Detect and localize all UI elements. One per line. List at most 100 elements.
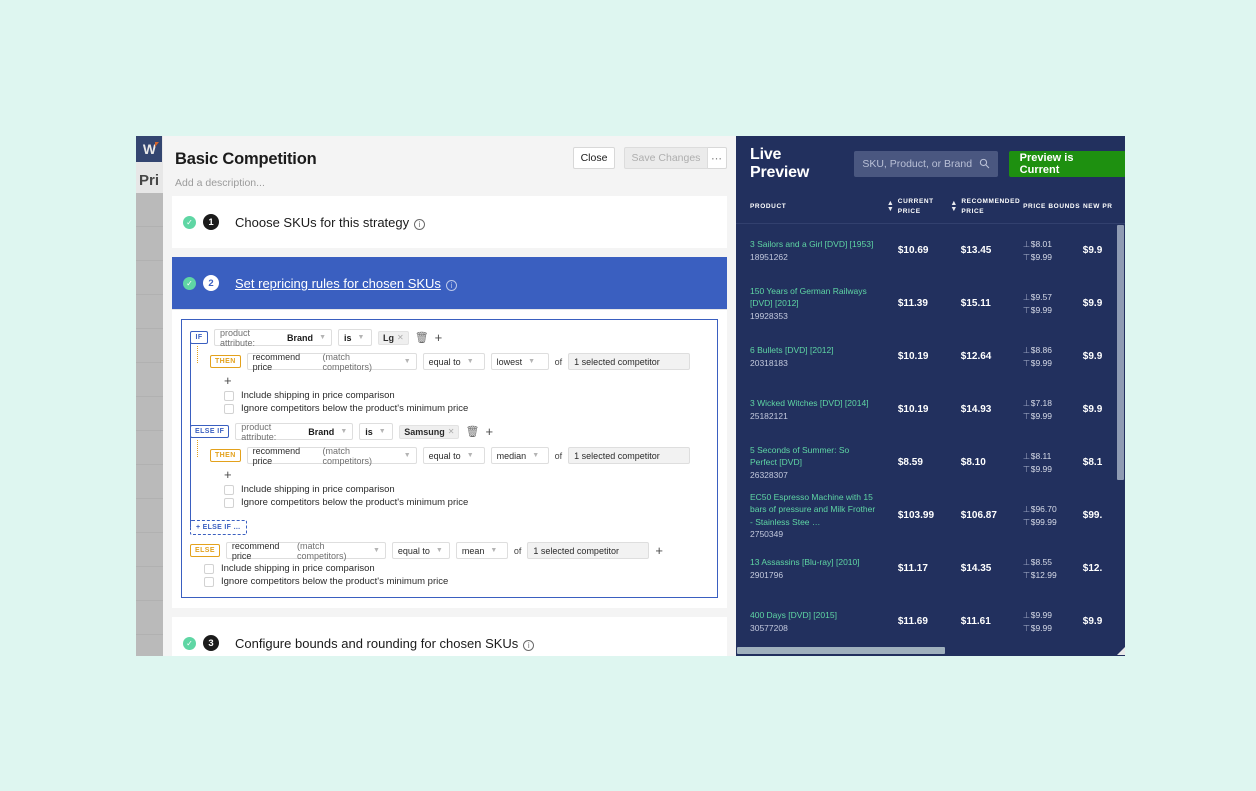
step-row-choose-skus[interactable]: ✓ 1 Choose SKUs for this strategy i bbox=[172, 196, 727, 248]
chevron-down-icon: ▼ bbox=[466, 358, 474, 365]
competitor-field[interactable]: 1 selected competitor bbox=[568, 447, 691, 464]
ignore-checkbox[interactable] bbox=[204, 576, 214, 587]
product-name-link[interactable]: 3 Sailors and a Girl [DVD] [1953] bbox=[750, 238, 876, 250]
preview-status-button[interactable]: Preview is Current bbox=[1008, 150, 1126, 177]
product-name-link[interactable]: 6 Bullets [DVD] [2012] bbox=[750, 344, 876, 356]
resize-grip[interactable] bbox=[1116, 646, 1125, 655]
search-input[interactable]: SKU, Product, or Brand bbox=[854, 150, 998, 177]
aggregate-select[interactable]: median ▼ bbox=[490, 447, 549, 464]
column-header-new-price[interactable]: NEW PR bbox=[1083, 202, 1126, 212]
description-input[interactable]: Add a description... bbox=[175, 177, 265, 189]
product-name-link[interactable]: EC50 Espresso Machine with 15 bars of pr… bbox=[750, 491, 876, 528]
ignore-checkbox-label: Ignore competitors below the product's m… bbox=[241, 403, 469, 414]
checkbox-row-shipping[interactable]: Include shipping in price comparison bbox=[204, 563, 709, 574]
column-header-product[interactable]: PRODUCT bbox=[750, 202, 883, 212]
add-action-button[interactable]: + bbox=[224, 467, 709, 482]
column-header-current-price[interactable]: CURRENT PRICE bbox=[898, 197, 947, 217]
close-icon[interactable]: ✕ bbox=[448, 427, 455, 436]
shipping-checkbox[interactable] bbox=[224, 390, 234, 401]
add-condition-button[interactable]: + bbox=[485, 424, 493, 439]
add-condition-button[interactable]: + bbox=[435, 330, 443, 345]
checkbox-row-ignore[interactable]: Ignore competitors below the product's m… bbox=[224, 497, 709, 508]
checkbox-row-ignore[interactable]: Ignore competitors below the product's m… bbox=[224, 403, 709, 414]
attribute-label: product attribute: bbox=[220, 327, 256, 348]
competitor-field[interactable]: 1 selected competitor bbox=[568, 353, 691, 370]
table-row[interactable]: EC50 Espresso Machine with 15 bars of pr… bbox=[736, 489, 1126, 542]
table-row[interactable]: 3 Wicked Witches [DVD] [2014] 25182121 $10… bbox=[736, 383, 1126, 436]
sort-icon-current-price[interactable]: ▲ ▼ bbox=[950, 200, 957, 213]
bound-min: ⊥$8.01 bbox=[1023, 238, 1083, 251]
then-badge: THEN bbox=[210, 449, 241, 462]
value-chip[interactable]: Lg ✕ bbox=[378, 330, 409, 345]
shipping-checkbox[interactable] bbox=[204, 563, 214, 574]
sort-icon-product[interactable]: ▲ ▼ bbox=[887, 200, 894, 213]
add-action-button[interactable]: + bbox=[655, 543, 663, 558]
table-row[interactable]: 3 Sailors and a Girl [DVD] [1953] 1895126… bbox=[736, 224, 1126, 277]
then-row: THEN recommend price (match competitors)… bbox=[210, 352, 709, 372]
bound-min: ⊥$96.70 bbox=[1023, 503, 1083, 516]
step-row-repricing-rules[interactable]: ✓ 2 Set repricing rules for chosen SKUs i bbox=[172, 257, 727, 309]
column-header-price-bounds[interactable]: PRICE BOUNDS bbox=[1023, 202, 1083, 212]
checkbox-row-shipping[interactable]: Include shipping in price comparison bbox=[224, 484, 709, 495]
info-icon[interactable]: i bbox=[523, 639, 535, 651]
bound-min-icon: ⊥ bbox=[1022, 344, 1031, 355]
table-row[interactable]: 13 Assassins [Blu-ray] [2010] 2901796 $11.… bbox=[736, 542, 1126, 595]
close-button[interactable]: Close bbox=[573, 147, 615, 169]
product-name-link[interactable]: 5 Seconds of Summer: So Perfect [DVD] bbox=[750, 444, 876, 469]
add-elseif-button[interactable]: + ELSE IF … bbox=[190, 520, 247, 535]
save-changes-button[interactable]: Save Changes bbox=[624, 147, 708, 169]
preview-table-body: 3 Sailors and a Girl [DVD] [1953] 1895126… bbox=[736, 224, 1126, 648]
delete-icon[interactable]: 🗑 bbox=[465, 425, 479, 438]
preview-vertical-scrollbar[interactable] bbox=[1117, 225, 1124, 480]
table-row[interactable]: 6 Bullets [DVD] [2012] 20318183 $10.19 $12.… bbox=[736, 330, 1126, 383]
action-select[interactable]: recommend price (match competitors) ▼ bbox=[246, 352, 417, 372]
delete-icon[interactable]: 🗑 bbox=[415, 331, 429, 344]
bound-max: ⊤$99.99 bbox=[1023, 516, 1083, 529]
product-name-link[interactable]: 3 Wicked Witches [DVD] [2014] bbox=[750, 397, 876, 409]
comparator-select[interactable]: equal to ▼ bbox=[422, 353, 485, 370]
info-icon[interactable]: i bbox=[414, 218, 426, 230]
attribute-select[interactable]: product attribute: Brand ▼ bbox=[235, 422, 354, 442]
checkbox-row-shipping[interactable]: Include shipping in price comparison bbox=[224, 390, 709, 401]
close-icon[interactable]: ✕ bbox=[397, 333, 404, 342]
attribute-select[interactable]: product attribute: Brand ▼ bbox=[214, 327, 332, 348]
bound-min-icon: ⊥ bbox=[1022, 503, 1031, 514]
table-row[interactable]: 150 Years of German Railways [DVD] [2012… bbox=[736, 277, 1126, 330]
product-name-link[interactable]: 400 Days [DVD] [2015] bbox=[750, 609, 876, 621]
product-name-link[interactable]: 13 Assassins [Blu-ray] [2010] bbox=[750, 556, 876, 568]
table-row[interactable]: 5 Seconds of Summer: So Perfect [DVD] 263… bbox=[736, 436, 1126, 489]
operator-select[interactable]: is ▼ bbox=[338, 329, 372, 346]
more-options-button[interactable]: ⋯ bbox=[708, 147, 727, 169]
preview-horizontal-scrollbar[interactable] bbox=[737, 647, 945, 654]
comparator-select[interactable]: equal to ▼ bbox=[391, 542, 450, 559]
ignore-checkbox[interactable] bbox=[224, 497, 234, 508]
ignore-checkbox[interactable] bbox=[224, 403, 234, 414]
cell-price-bounds: ⊥$9.99 ⊤$9.99 bbox=[1023, 609, 1083, 635]
competitor-field[interactable]: 1 selected competitor bbox=[527, 542, 650, 559]
column-header-recommended-price[interactable]: RECOMMENDED PRICE bbox=[961, 197, 1023, 217]
value-chip[interactable]: Samsung ✕ bbox=[399, 424, 460, 439]
action-select[interactable]: recommend price (match competitors) ▼ bbox=[246, 446, 417, 466]
action-select[interactable]: recommend price (match competitors) ▼ bbox=[225, 540, 386, 561]
shipping-checkbox[interactable] bbox=[224, 484, 234, 495]
aggregate-select[interactable]: lowest ▼ bbox=[490, 353, 549, 370]
comparator-select[interactable]: equal to ▼ bbox=[422, 447, 485, 464]
operator-select[interactable]: is ▼ bbox=[359, 423, 394, 440]
aggregate-select[interactable]: mean ▼ bbox=[455, 542, 508, 559]
bound-min: ⊥$9.57 bbox=[1023, 291, 1083, 304]
live-preview-panel: Live Preview SKU, Product, or Brand Prev… bbox=[736, 136, 1126, 656]
cell-recommended-price: $12.64 bbox=[960, 351, 992, 362]
bound-min: ⊥$7.18 bbox=[1023, 397, 1083, 410]
bound-min: ⊥$8.55 bbox=[1023, 556, 1083, 569]
product-name-link[interactable]: 150 Years of German Railways [DVD] [2012… bbox=[750, 285, 876, 310]
add-action-button[interactable]: + bbox=[224, 373, 709, 388]
bound-min-value: $8.86 bbox=[1030, 344, 1052, 355]
cell-recommended-price: $14.35 bbox=[960, 563, 992, 574]
info-icon[interactable]: i bbox=[445, 279, 457, 291]
checkbox-row-ignore[interactable]: Ignore competitors below the product's m… bbox=[204, 576, 709, 587]
step-row-bounds-rounding[interactable]: ✓ 3 Configure bounds and rounding for ch… bbox=[172, 617, 727, 656]
table-row[interactable]: 400 Days [DVD] [2015] 30577208 $11.69 $11.6… bbox=[736, 595, 1126, 648]
action-label: recommend price bbox=[231, 540, 280, 561]
aggregate-label: mean bbox=[461, 545, 485, 556]
cell-product: 400 Days [DVD] [2015] 30577208 bbox=[750, 609, 884, 634]
